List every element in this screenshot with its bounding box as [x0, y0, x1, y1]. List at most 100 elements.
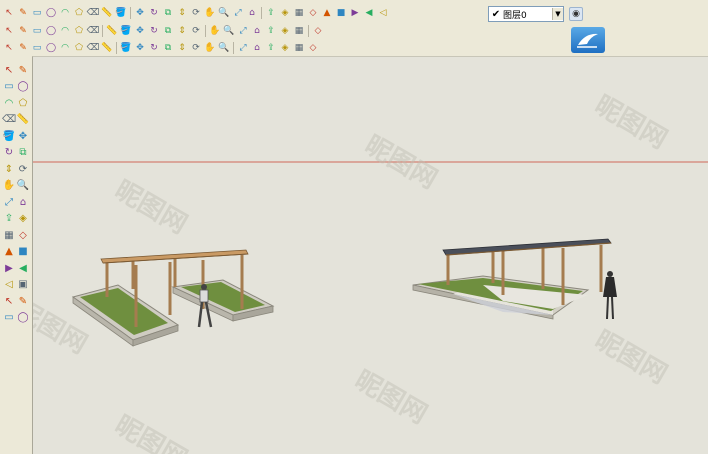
shaded-icon[interactable]: 🔍 [223, 25, 235, 37]
pencil-icon[interactable]: ✎ [17, 7, 29, 19]
rectangle-icon[interactable]: ◠ [3, 97, 15, 109]
protractor-icon[interactable]: ⇕ [176, 42, 188, 54]
zoom-extents-icon[interactable]: ⤢ [232, 7, 244, 19]
pergola-model-right[interactable] [412, 238, 617, 320]
sandbox-icon[interactable]: ◠ [59, 42, 71, 54]
section-icon[interactable]: ▦ [293, 25, 305, 37]
pan-icon[interactable]: ■ [17, 246, 29, 258]
zoom-window-icon[interactable]: ◀ [17, 262, 29, 274]
save-icon[interactable]: ▭ [31, 25, 43, 37]
scale-icon[interactable]: 🔍 [218, 42, 230, 54]
model-viewport[interactable]: 昵图网 昵图网 昵图网 昵图网 昵图网 昵图网 昵图网 [32, 56, 708, 454]
zoom-icon[interactable]: 🔍 [218, 7, 230, 19]
pan-icon[interactable]: ✋ [204, 7, 216, 19]
print-icon[interactable]: ✥ [134, 25, 146, 37]
axes-icon[interactable]: ↻ [148, 42, 160, 54]
follow-me-icon[interactable]: ✋ [204, 42, 216, 54]
move-icon[interactable]: ↻ [3, 147, 15, 159]
eraser-icon[interactable]: ◯ [17, 81, 29, 93]
xray-icon[interactable]: ⧉ [162, 25, 174, 37]
protractor-icon[interactable]: ⇪ [3, 213, 15, 225]
3d-text-icon[interactable]: ◇ [17, 229, 29, 241]
section-plane-icon[interactable]: ◯ [17, 312, 29, 324]
rectangle-icon[interactable]: ▭ [31, 7, 43, 19]
warehouse-icon[interactable]: ▦ [293, 7, 305, 19]
make-component-icon[interactable]: ✎ [17, 64, 29, 76]
monochrome-icon[interactable]: ⌂ [251, 25, 263, 37]
arc-icon[interactable]: 📏 [17, 114, 29, 126]
chevron-down-icon[interactable]: ▼ [552, 8, 563, 20]
select-icon[interactable]: ↖ [3, 64, 15, 76]
offset-icon[interactable]: 🔍 [17, 180, 29, 192]
position-camera-icon[interactable]: ✎ [17, 42, 29, 54]
previous-view-icon[interactable]: ▣ [17, 279, 29, 291]
look-around-icon[interactable]: ◯ [45, 42, 57, 54]
new-icon[interactable]: ↖ [3, 25, 15, 37]
scale-icon[interactable]: ✋ [3, 180, 15, 192]
split-icon[interactable]: ◇ [307, 42, 319, 54]
dimension-icon[interactable]: ⧉ [162, 42, 174, 54]
front-view-icon[interactable]: ■ [335, 7, 347, 19]
wireframe-icon[interactable]: ⟳ [190, 25, 202, 37]
freehand-icon[interactable]: ✥ [17, 130, 29, 142]
walk-icon[interactable]: ▭ [31, 42, 43, 54]
fog-icon[interactable]: ◈ [279, 25, 291, 37]
trim-icon[interactable]: ▦ [293, 42, 305, 54]
intersect-icon[interactable]: ⤢ [237, 42, 249, 54]
tape-icon[interactable]: 📏 [101, 7, 113, 19]
eraser-icon[interactable]: ⌫ [87, 7, 100, 19]
circle-icon[interactable]: ◯ [45, 7, 57, 19]
undo-icon[interactable]: 📏 [106, 25, 118, 37]
open-icon[interactable]: ✎ [17, 25, 29, 37]
polygon-icon[interactable]: ⬠ [73, 7, 85, 19]
orbit-icon[interactable]: ⟳ [190, 7, 202, 19]
paint-bucket-icon[interactable]: ▭ [3, 81, 15, 93]
copy-icon[interactable]: ◠ [59, 25, 71, 37]
textured-icon[interactable]: ⤢ [237, 25, 249, 37]
tape-measure-icon[interactable]: ⤢ [3, 196, 15, 208]
walk-icon[interactable]: ✎ [17, 295, 29, 307]
drape-icon[interactable]: ⌫ [87, 42, 100, 54]
arc-icon[interactable]: ◠ [59, 7, 71, 19]
follow-me-icon[interactable]: ⟳ [17, 163, 29, 175]
add-detail-icon[interactable]: 📏 [101, 42, 113, 54]
section-display-icon[interactable]: ◇ [312, 25, 324, 37]
offset-icon[interactable]: ⧉ [162, 7, 174, 19]
rotate-icon[interactable]: ↻ [148, 7, 160, 19]
left-view-icon[interactable]: ◁ [377, 7, 389, 19]
right-view-icon[interactable]: ▶ [349, 7, 361, 19]
dimension-icon[interactable]: ⌂ [17, 196, 29, 208]
back-view-icon[interactable]: ◀ [363, 7, 375, 19]
stamp-icon[interactable]: ⬠ [73, 42, 85, 54]
position-camera-icon[interactable]: ↖ [3, 295, 15, 307]
line-icon[interactable]: ⬠ [17, 97, 29, 109]
zoom-icon[interactable]: ▶ [3, 262, 15, 274]
push-pull-icon[interactable]: ⧉ [17, 147, 29, 159]
erase-icon[interactable]: ⌫ [87, 25, 100, 37]
flip-edge-icon[interactable]: 🪣 [120, 42, 132, 54]
push-pull-icon[interactable]: ⇕ [176, 7, 188, 19]
get-models-icon[interactable]: ⌂ [246, 7, 258, 19]
model-info-icon[interactable]: ↻ [148, 25, 160, 37]
section-plane-icon[interactable]: ↖ [3, 42, 15, 54]
look-around-icon[interactable]: ▭ [3, 312, 15, 324]
hidden-line-icon[interactable]: ✋ [209, 25, 221, 37]
3d-text-icon[interactable]: ⟳ [190, 42, 202, 54]
layer-manager-icon[interactable]: ◉ [569, 7, 583, 21]
orbit-icon[interactable]: ▲ [3, 246, 15, 258]
shadow-icon[interactable]: ⇪ [265, 25, 277, 37]
paste-icon[interactable]: ⬠ [73, 25, 85, 37]
component-icon[interactable]: ◈ [279, 7, 291, 19]
top-view-icon[interactable]: ▲ [321, 7, 333, 19]
paint-icon[interactable]: 🪣 [115, 7, 127, 19]
text-icon[interactable]: ✥ [134, 42, 146, 54]
redo-icon[interactable]: 🪣 [120, 25, 132, 37]
iso-view-icon[interactable]: ◇ [307, 7, 319, 19]
text-icon[interactable]: ◈ [17, 213, 29, 225]
subtract-icon[interactable]: ◈ [279, 42, 291, 54]
circle-icon[interactable]: ⌫ [2, 114, 16, 126]
back-edges-icon[interactable]: ⇕ [176, 25, 188, 37]
layer-dropdown[interactable]: ✔ 图层0 ▼ [488, 6, 564, 22]
share-icon[interactable]: ⇪ [265, 7, 277, 19]
move-icon[interactable]: ✥ [134, 7, 146, 19]
